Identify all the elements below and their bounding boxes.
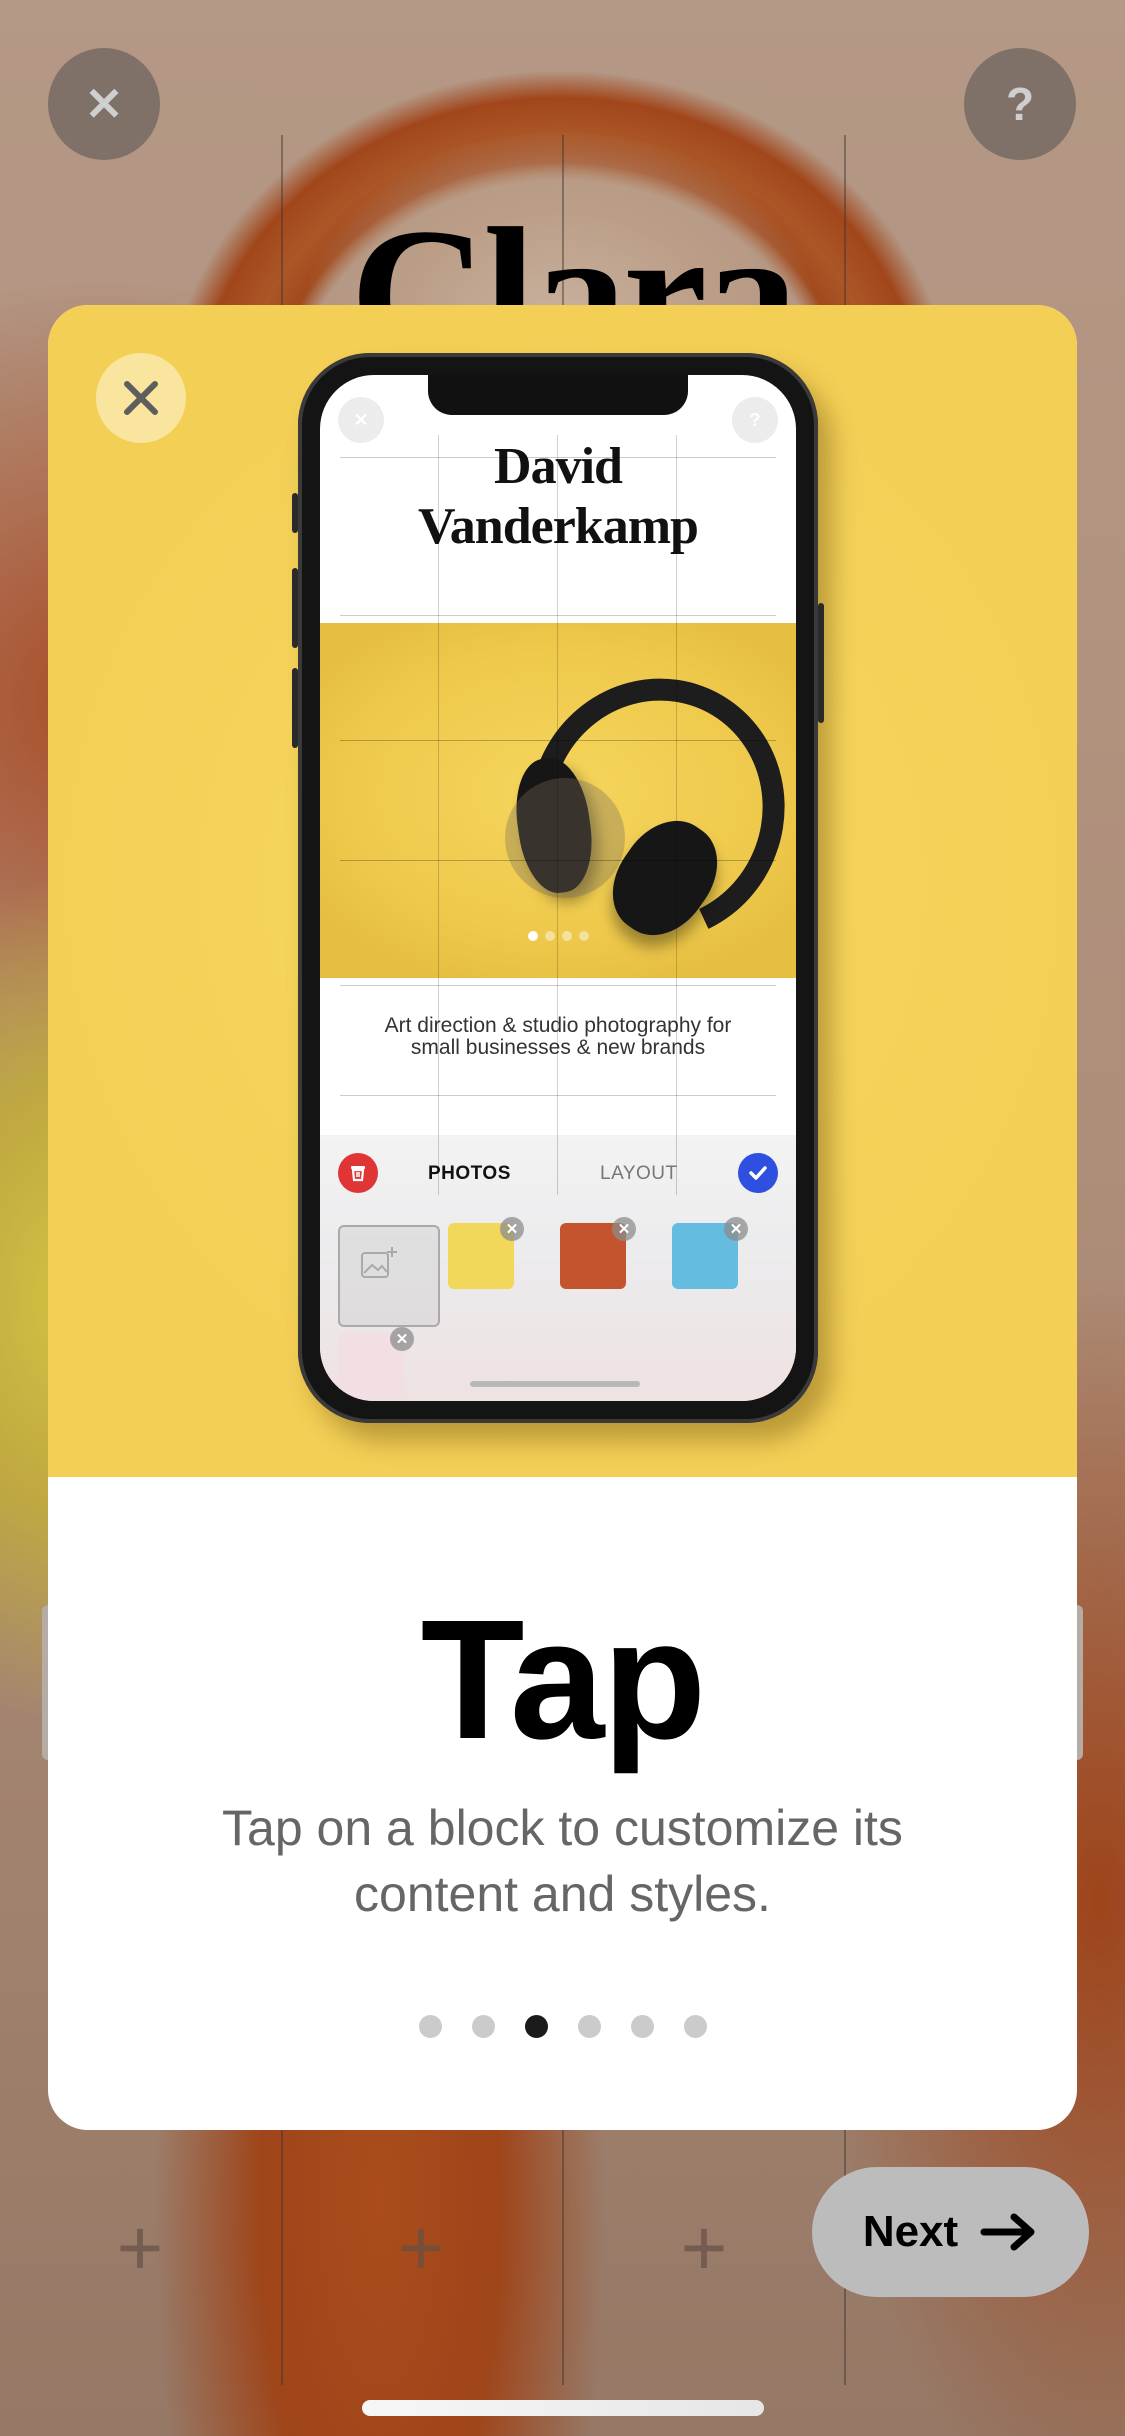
preview-grid-hline — [340, 1095, 776, 1096]
preview-home-indicator — [470, 1381, 640, 1387]
phone-screen: ✕ ? David Vanderkamp Art direction & stu… — [320, 375, 796, 1401]
page-dot[interactable] — [577, 2015, 601, 2038]
page-dot[interactable] — [683, 2015, 707, 2038]
preview-tagline-line1: Art direction & studio photography for — [384, 1014, 732, 1037]
page-dot[interactable] — [418, 2015, 442, 2038]
card-hero-illustration: ✕ ? David Vanderkamp Art direction & stu… — [48, 305, 1077, 1477]
preview-close-icon: ✕ — [338, 397, 384, 443]
preview-thumbnail-pink-splash: ✕ — [338, 1327, 414, 1399]
remove-photo-icon: ✕ — [612, 1217, 636, 1241]
carousel-dot-active — [527, 931, 538, 941]
preview-confirm-button — [738, 1153, 778, 1193]
help-icon: ? — [1005, 78, 1035, 130]
add-block-button[interactable]: + — [393, 2208, 449, 2288]
preview-tagline-line2: small businesses & new brands — [410, 1036, 706, 1059]
next-button-label: Next — [862, 2207, 959, 2256]
preview-grid-hline — [340, 457, 776, 458]
preview-grid-vline — [676, 435, 677, 1195]
preview-tab-layout: LAYOUT — [600, 1163, 678, 1184]
add-image-icon — [361, 1247, 397, 1278]
phone-side-button — [292, 668, 298, 748]
preview-add-photo-tile — [338, 1225, 440, 1327]
onboarding-card: ✕ ? David Vanderkamp Art direction & stu… — [48, 305, 1077, 2130]
plus-icon: + — [397, 2203, 445, 2292]
trash-icon — [351, 1166, 365, 1182]
preview-grid-hline — [340, 740, 776, 741]
phone-notch — [428, 375, 688, 415]
plus-icon: + — [680, 2203, 728, 2292]
phone-mockup: ✕ ? David Vanderkamp Art direction & stu… — [292, 353, 824, 1423]
onboarding-page-indicator — [48, 2015, 1077, 2038]
preview-thumbnail-headphones: ✕ — [448, 1217, 524, 1289]
phone-side-button — [292, 568, 298, 648]
remove-photo-icon: ✕ — [500, 1217, 524, 1241]
page-dot[interactable] — [630, 2015, 654, 2038]
preview-block-editor: PHOTOS LAYOUT ✕ ✕ ✕ ✕ — [320, 1135, 796, 1401]
preview-site-title: David Vanderkamp — [320, 437, 796, 557]
arrow-right-icon — [980, 2213, 1035, 2251]
tap-indicator — [505, 778, 625, 898]
preview-tab-photos: PHOTOS — [428, 1163, 511, 1184]
carousel-dot — [561, 931, 572, 941]
checkmark-icon — [749, 1166, 767, 1180]
preview-title-line2: Vanderkamp — [418, 498, 699, 555]
preview-grid-hline — [340, 985, 776, 986]
preview-grid-vline — [557, 435, 558, 1195]
card-close-button[interactable] — [96, 353, 186, 443]
home-indicator[interactable] — [362, 2400, 764, 2416]
carousel-dot — [544, 931, 555, 941]
onboarding-description: Tap on a block to customize its content … — [222, 1800, 903, 1922]
preview-grid-hline — [340, 860, 776, 861]
add-block-button[interactable]: + — [112, 2208, 168, 2288]
carousel-dot — [578, 931, 589, 941]
preview-title-line1: David — [494, 438, 623, 495]
preview-photo-block — [320, 623, 796, 978]
phone-side-button — [818, 603, 824, 723]
plus-icon: + — [116, 2203, 164, 2292]
background-help-button[interactable]: ? — [964, 48, 1076, 160]
add-block-button[interactable]: + — [676, 2208, 732, 2288]
onboarding-heading: Tap — [420, 1585, 707, 1775]
preview-thumbnail-records: ✕ — [560, 1217, 636, 1289]
photo-carousel-dots — [320, 931, 796, 941]
close-icon: ✕ — [84, 78, 124, 130]
remove-photo-icon: ✕ — [390, 1327, 414, 1351]
page-dot-active[interactable] — [524, 2015, 548, 2038]
remove-photo-icon: ✕ — [724, 1217, 748, 1241]
preview-delete-button — [338, 1153, 378, 1193]
preview-thumbnail-ice-cream: ✕ — [672, 1217, 748, 1289]
preview-help-icon: ? — [732, 397, 778, 443]
page-dot[interactable] — [471, 2015, 495, 2038]
preview-grid-hline — [340, 615, 776, 616]
background-close-button[interactable]: ✕ — [48, 48, 160, 160]
phone-side-button — [292, 493, 298, 533]
next-button[interactable]: Next — [812, 2167, 1089, 2297]
preview-tagline: Art direction & studio photography for s… — [320, 1015, 796, 1059]
preview-grid-vline — [438, 435, 439, 1195]
close-icon — [124, 381, 158, 415]
